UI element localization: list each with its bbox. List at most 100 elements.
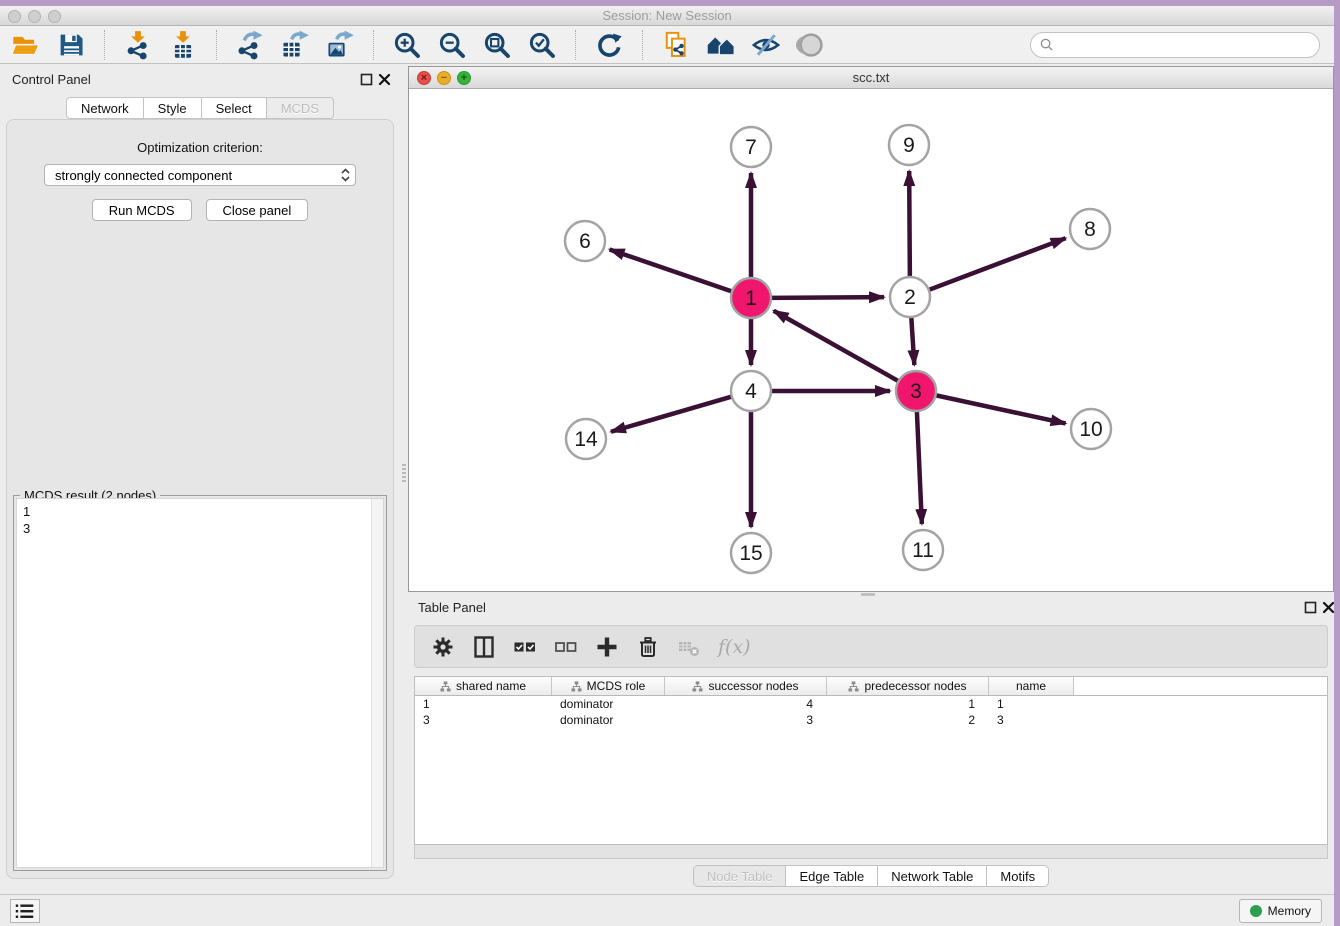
table-panel-title: Table Panel xyxy=(418,600,486,615)
zoom-in-button[interactable] xyxy=(391,29,423,61)
unselect-all-button[interactable] xyxy=(554,635,578,659)
vertical-splitter[interactable] xyxy=(400,64,408,894)
search-input[interactable] xyxy=(1054,35,1319,55)
select-all-button[interactable] xyxy=(513,635,537,659)
column-header-name[interactable]: name xyxy=(989,677,1074,695)
edge-1-2[interactable] xyxy=(771,297,884,298)
cell-successor_nodes[interactable]: 3 xyxy=(665,712,827,728)
optimization-dropdown[interactable]: strongly connected component xyxy=(44,164,356,186)
table-settings-button[interactable] xyxy=(431,635,455,659)
edge-3-10[interactable] xyxy=(936,395,1066,423)
close-panel-icon[interactable] xyxy=(378,73,391,86)
float-panel-icon[interactable] xyxy=(360,73,373,86)
duplicate-network-button[interactable] xyxy=(660,29,692,61)
show-column-button[interactable] xyxy=(472,635,496,659)
desktop-background: Session: New Session Control Panel xyxy=(0,0,1340,926)
result-scrollbar[interactable] xyxy=(371,499,383,867)
dropdown-value: strongly connected component xyxy=(55,168,340,183)
control-panel-tabs: NetworkStyleSelectMCDS xyxy=(0,97,400,119)
tab-edge-table[interactable]: Edge Table xyxy=(786,865,878,887)
home-icon xyxy=(706,30,736,60)
close-panel-icon[interactable] xyxy=(1322,601,1335,614)
node-label-9: 9 xyxy=(903,134,915,157)
close-panel-button[interactable]: Close panel xyxy=(206,199,309,221)
import-network-button[interactable] xyxy=(122,29,154,61)
cell-predecessor_nodes[interactable]: 2 xyxy=(827,712,989,728)
zoom-selected-button[interactable] xyxy=(526,29,558,61)
float-panel-icon[interactable] xyxy=(1304,601,1317,614)
table-row[interactable]: 3dominator323 xyxy=(415,712,1327,728)
open-session-button[interactable] xyxy=(10,29,42,61)
node-label-8: 8 xyxy=(1084,218,1096,241)
edge-3-1[interactable] xyxy=(774,311,899,381)
main-toolbar xyxy=(0,26,1334,64)
add-row-button[interactable] xyxy=(595,635,619,659)
columns-icon xyxy=(472,635,496,659)
mcds-result-text[interactable]: 1 3 xyxy=(23,503,367,863)
node-label-4: 4 xyxy=(745,380,757,403)
save-icon xyxy=(56,30,86,60)
toolbar-separator xyxy=(104,30,105,60)
splitter-handle[interactable] xyxy=(402,464,406,482)
mcds-result-box: MCDS result (2 nodes) 1 3 xyxy=(13,495,387,871)
edge-1-6[interactable] xyxy=(610,249,732,291)
zoom-fit-button[interactable] xyxy=(481,29,513,61)
table-scroll-strip[interactable] xyxy=(414,845,1328,859)
column-header-successor-nodes[interactable]: successor nodes xyxy=(665,677,827,695)
attribute-type-icon xyxy=(848,681,859,692)
search-icon xyxy=(1039,37,1054,52)
edge-2-8[interactable] xyxy=(929,238,1066,290)
cell-mcds_role[interactable]: dominator xyxy=(552,696,665,712)
tab-mcds[interactable]: MCDS xyxy=(267,97,334,119)
tab-motifs[interactable]: Motifs xyxy=(987,865,1049,887)
preview-button[interactable] xyxy=(795,29,827,61)
edge-4-14[interactable] xyxy=(611,397,732,432)
tab-select[interactable]: Select xyxy=(202,97,267,119)
cell-name[interactable]: 3 xyxy=(989,712,1074,728)
table-row[interactable]: 1dominator411 xyxy=(415,696,1327,712)
export-table-button[interactable] xyxy=(279,29,311,61)
node-table: shared nameMCDS rolesuccessor nodesprede… xyxy=(414,676,1328,845)
cell-predecessor_nodes[interactable]: 1 xyxy=(827,696,989,712)
delete-table-icon xyxy=(677,635,701,659)
apply-layout-button[interactable] xyxy=(593,29,625,61)
import-table-button[interactable] xyxy=(167,29,199,61)
home-button[interactable] xyxy=(705,29,737,61)
column-header-shared-name[interactable]: shared name xyxy=(415,677,552,695)
delete-row-button[interactable] xyxy=(636,635,660,659)
edge-2-9[interactable] xyxy=(909,171,910,277)
table-body: 1dominator4113dominator323 xyxy=(415,696,1327,728)
node-label-7: 7 xyxy=(745,136,757,159)
tab-network-table[interactable]: Network Table xyxy=(878,865,987,887)
cell-successor_nodes[interactable]: 4 xyxy=(665,696,827,712)
network-graph-canvas[interactable]: 7968124314101511 xyxy=(409,89,1333,591)
tab-network[interactable]: Network xyxy=(66,97,144,119)
cell-shared_name[interactable]: 3 xyxy=(415,712,552,728)
cell-mcds_role[interactable]: dominator xyxy=(552,712,665,728)
tab-style[interactable]: Style xyxy=(144,97,202,119)
save-session-button[interactable] xyxy=(55,29,87,61)
export-network-button[interactable] xyxy=(234,29,266,61)
tab-node-table[interactable]: Node Table xyxy=(693,865,787,887)
zoom-selected-icon xyxy=(527,30,557,60)
run-mcds-button[interactable]: Run MCDS xyxy=(92,199,192,221)
checked-boxes-icon xyxy=(513,635,537,659)
column-header-mcds-role[interactable]: MCDS role xyxy=(552,677,665,695)
cell-name[interactable]: 1 xyxy=(989,696,1074,712)
column-header-predecessor-nodes[interactable]: predecessor nodes xyxy=(827,677,989,695)
edge-2-3[interactable] xyxy=(911,317,914,365)
zoom-out-button[interactable] xyxy=(436,29,468,61)
optimization-criterion-label: Optimization criterion: xyxy=(7,140,393,155)
edge-3-11[interactable] xyxy=(917,411,922,524)
cell-shared_name[interactable]: 1 xyxy=(415,696,552,712)
refresh-icon xyxy=(594,30,624,60)
export-image-button[interactable] xyxy=(324,29,356,61)
hide-panel-button[interactable] xyxy=(750,29,782,61)
function-builder-button[interactable]: f(x) xyxy=(718,636,751,658)
task-history-button[interactable] xyxy=(10,899,40,923)
toolbar-separator xyxy=(642,30,643,60)
delete-table-button[interactable] xyxy=(677,635,701,659)
zoom-fit-icon xyxy=(482,30,512,60)
memory-button[interactable]: Memory xyxy=(1239,899,1322,923)
splitter-handle[interactable] xyxy=(861,593,875,596)
